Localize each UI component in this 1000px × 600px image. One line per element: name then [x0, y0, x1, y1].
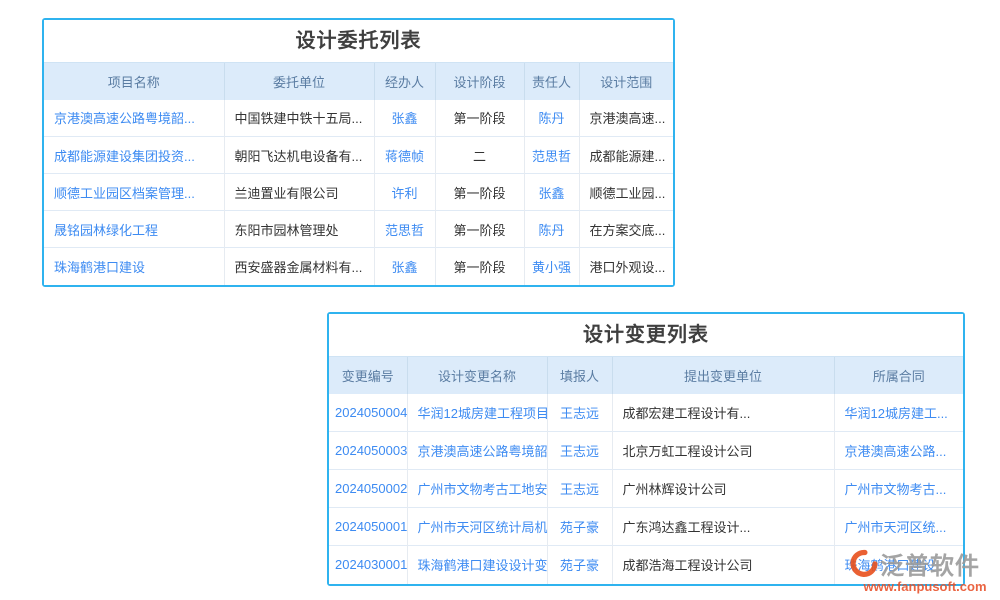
column-header-reporter: 填报人: [547, 357, 612, 394]
change-unit-cell: 成都浩海工程设计公司: [612, 546, 834, 584]
stage-cell: 第一阶段: [435, 100, 524, 137]
column-header-project: 项目名称: [44, 63, 224, 100]
stage-cell: 第一阶段: [435, 174, 524, 211]
change-no-link[interactable]: 2024050004: [329, 394, 407, 432]
design-change-table: 变更编号 设计变更名称 填报人 提出变更单位 所属合同 2024050004 华…: [329, 356, 963, 584]
change-unit-cell: 广州林辉设计公司: [612, 470, 834, 508]
owner-link[interactable]: 张鑫: [524, 174, 579, 211]
entrust-unit-cell: 东阳市园林管理处: [224, 211, 374, 248]
column-header-scope: 设计范围: [579, 63, 673, 100]
change-unit-cell: 成都宏建工程设计有...: [612, 394, 834, 432]
entrust-unit-cell: 兰迪置业有限公司: [224, 174, 374, 211]
page: 设计委托列表 项目名称 委托单位 经办人 设计阶段 责任人 设计范围 京港澳高速…: [0, 0, 1000, 600]
owner-link[interactable]: 范思哲: [524, 137, 579, 174]
column-header-contract: 所属合同: [834, 357, 963, 394]
project-name-link[interactable]: 京港澳高速公路粤境韶...: [44, 100, 224, 137]
stage-cell: 二: [435, 137, 524, 174]
header-row: 项目名称 委托单位 经办人 设计阶段 责任人 设计范围: [44, 63, 673, 100]
reporter-link[interactable]: 王志远: [547, 394, 612, 432]
entrust-unit-cell: 中国铁建中铁十五局...: [224, 100, 374, 137]
table-row: 2024050003 京港澳高速公路粤境韶... 王志远 北京万虹工程设计公司 …: [329, 432, 963, 470]
design-change-title: 设计变更列表: [329, 314, 963, 356]
entrust-unit-cell: 西安盛器金属材料有...: [224, 248, 374, 285]
contract-link[interactable]: 华润12城房建工...: [834, 394, 963, 432]
contract-link[interactable]: 广州市天河区统...: [834, 508, 963, 546]
change-name-link[interactable]: 京港澳高速公路粤境韶...: [407, 432, 547, 470]
table-row: 珠海鹤港口建设 西安盛器金属材料有... 张鑫 第一阶段 黄小强 港口外观设..…: [44, 248, 673, 285]
change-name-link[interactable]: 珠海鹤港口建设设计变更: [407, 546, 547, 584]
scope-cell: 成都能源建...: [579, 137, 673, 174]
contract-link[interactable]: 珠海鹤港口建设: [834, 546, 963, 584]
column-header-stage: 设计阶段: [435, 63, 524, 100]
change-unit-cell: 北京万虹工程设计公司: [612, 432, 834, 470]
contract-link[interactable]: 广州市文物考古...: [834, 470, 963, 508]
scope-cell: 港口外观设...: [579, 248, 673, 285]
column-header-change-no: 变更编号: [329, 357, 407, 394]
table-row: 2024050004 华润12城房建工程项目... 王志远 成都宏建工程设计有.…: [329, 394, 963, 432]
reporter-link[interactable]: 王志远: [547, 470, 612, 508]
handler-link[interactable]: 蒋德帧: [374, 137, 435, 174]
header-row: 变更编号 设计变更名称 填报人 提出变更单位 所属合同: [329, 357, 963, 394]
project-name-link[interactable]: 成都能源建设集团投资...: [44, 137, 224, 174]
owner-link[interactable]: 黄小强: [524, 248, 579, 285]
change-no-link[interactable]: 2024050001: [329, 508, 407, 546]
column-header-entrust-unit: 委托单位: [224, 63, 374, 100]
owner-link[interactable]: 陈丹: [524, 100, 579, 137]
change-no-link[interactable]: 2024030001: [329, 546, 407, 584]
owner-link[interactable]: 陈丹: [524, 211, 579, 248]
change-no-link[interactable]: 2024050002: [329, 470, 407, 508]
project-name-link[interactable]: 晟铭园林绿化工程: [44, 211, 224, 248]
handler-link[interactable]: 许利: [374, 174, 435, 211]
design-commission-table: 项目名称 委托单位 经办人 设计阶段 责任人 设计范围 京港澳高速公路粤境韶..…: [44, 62, 673, 285]
table-row: 成都能源建设集团投资... 朝阳飞达机电设备有... 蒋德帧 二 范思哲 成都能…: [44, 137, 673, 174]
table-row: 顺德工业园区档案管理... 兰迪置业有限公司 许利 第一阶段 张鑫 顺德工业园.…: [44, 174, 673, 211]
scope-cell: 在方案交底...: [579, 211, 673, 248]
change-name-link[interactable]: 广州市天河区统计局机...: [407, 508, 547, 546]
reporter-link[interactable]: 苑子豪: [547, 546, 612, 584]
project-name-link[interactable]: 珠海鹤港口建设: [44, 248, 224, 285]
table-row: 2024050002 广州市文物考古工地安... 王志远 广州林辉设计公司 广州…: [329, 470, 963, 508]
table-row: 2024050001 广州市天河区统计局机... 苑子豪 广东鸿达鑫工程设计..…: [329, 508, 963, 546]
stage-cell: 第一阶段: [435, 211, 524, 248]
table-row: 京港澳高速公路粤境韶... 中国铁建中铁十五局... 张鑫 第一阶段 陈丹 京港…: [44, 100, 673, 137]
design-commission-card: 设计委托列表 项目名称 委托单位 经办人 设计阶段 责任人 设计范围 京港澳高速…: [42, 18, 675, 287]
handler-link[interactable]: 范思哲: [374, 211, 435, 248]
table-row: 2024030001 珠海鹤港口建设设计变更 苑子豪 成都浩海工程设计公司 珠海…: [329, 546, 963, 584]
table-row: 晟铭园林绿化工程 东阳市园林管理处 范思哲 第一阶段 陈丹 在方案交底...: [44, 211, 673, 248]
change-name-link[interactable]: 广州市文物考古工地安...: [407, 470, 547, 508]
handler-link[interactable]: 张鑫: [374, 248, 435, 285]
column-header-handler: 经办人: [374, 63, 435, 100]
handler-link[interactable]: 张鑫: [374, 100, 435, 137]
design-commission-title: 设计委托列表: [44, 20, 673, 62]
column-header-change-unit: 提出变更单位: [612, 357, 834, 394]
stage-cell: 第一阶段: [435, 248, 524, 285]
change-unit-cell: 广东鸿达鑫工程设计...: [612, 508, 834, 546]
design-change-card: 设计变更列表 变更编号 设计变更名称 填报人 提出变更单位 所属合同 20240…: [327, 312, 965, 586]
entrust-unit-cell: 朝阳飞达机电设备有...: [224, 137, 374, 174]
reporter-link[interactable]: 王志远: [547, 432, 612, 470]
scope-cell: 京港澳高速...: [579, 100, 673, 137]
change-no-link[interactable]: 2024050003: [329, 432, 407, 470]
contract-link[interactable]: 京港澳高速公路...: [834, 432, 963, 470]
change-name-link[interactable]: 华润12城房建工程项目...: [407, 394, 547, 432]
column-header-owner: 责任人: [524, 63, 579, 100]
column-header-change-name: 设计变更名称: [407, 357, 547, 394]
project-name-link[interactable]: 顺德工业园区档案管理...: [44, 174, 224, 211]
scope-cell: 顺德工业园...: [579, 174, 673, 211]
reporter-link[interactable]: 苑子豪: [547, 508, 612, 546]
